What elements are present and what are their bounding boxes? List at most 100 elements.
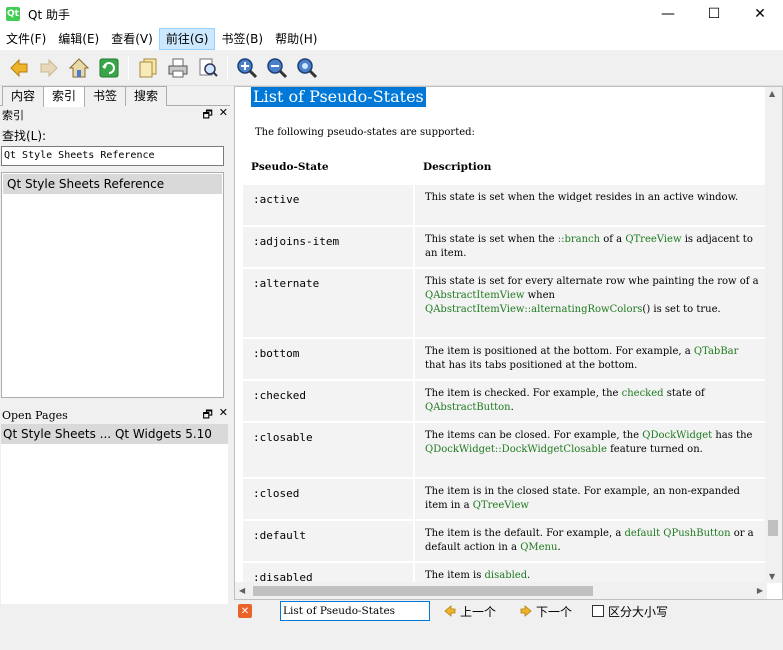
index-dock-header: 索引 🗗 ✕: [0, 106, 230, 124]
state-name: :bottom: [243, 339, 413, 379]
doc-link[interactable]: QMenu: [520, 542, 557, 553]
checkbox-box[interactable]: [592, 605, 605, 617]
table-row: :alternate This state is set for every a…: [243, 269, 765, 337]
doc-link[interactable]: QAbstractItemView: [425, 290, 524, 301]
table-row: :adjoins-item This state is set when the…: [243, 227, 765, 267]
state-description: This state is set when the ::branch of a…: [415, 227, 765, 267]
desc-text: of a: [600, 234, 626, 245]
doc-link[interactable]: ::branch: [558, 234, 600, 245]
close-icon[interactable]: ✕: [219, 106, 228, 125]
menu-go[interactable]: 前往(G): [158, 28, 216, 50]
find-icon[interactable]: [196, 56, 220, 80]
close-window-button[interactable]: ✕: [737, 0, 783, 28]
open-page-item[interactable]: Qt Style Sheets ... Qt Widgets 5.10: [1, 424, 228, 444]
doc-link[interactable]: checked: [622, 388, 664, 399]
index-dock-title: 索引: [2, 109, 24, 122]
doc-link[interactable]: disabled: [485, 570, 528, 581]
sync-icon[interactable]: [97, 56, 121, 80]
doc-link[interactable]: QPushButton: [663, 528, 730, 539]
desc-text: state of: [663, 388, 705, 399]
content-view: List of Pseudo-States The following pseu…: [234, 86, 783, 600]
state-description: This state is set when the widget reside…: [415, 185, 765, 225]
desc-text: The item is positioned at the bottom. Fo…: [425, 346, 694, 357]
table-row: :active This state is set when the widge…: [243, 185, 765, 225]
find-next-label: 下一个: [536, 604, 573, 619]
tab-index[interactable]: 索引: [43, 86, 86, 107]
doc-link[interactable]: default: [624, 528, 660, 539]
float-icon[interactable]: 🗗: [202, 106, 212, 125]
menu-edit[interactable]: 编辑(E): [52, 28, 105, 50]
menu-file[interactable]: 文件(F): [0, 28, 52, 50]
status-bar: [0, 622, 783, 650]
home-icon[interactable]: [67, 56, 91, 80]
state-description: The item is positioned at the bottom. Fo…: [415, 339, 765, 379]
doc-link[interactable]: QTreeView: [473, 500, 529, 511]
copy-icon[interactable]: [136, 56, 160, 80]
back-icon[interactable]: [7, 56, 31, 80]
minimize-button[interactable]: —: [645, 0, 691, 28]
state-name: :active: [243, 185, 413, 225]
toolbar-separator: [227, 55, 228, 80]
find-text-input[interactable]: List of Pseudo-States: [280, 601, 430, 621]
doc-link[interactable]: QTabBar: [694, 346, 739, 357]
case-sensitive-label: 区分大小写: [608, 604, 669, 619]
table-row: :disabled The item is disabled.: [243, 563, 765, 583]
intro-text: The following pseudo-states are supporte…: [255, 127, 475, 138]
state-name: :default: [243, 521, 413, 561]
zoom-in-icon[interactable]: [235, 56, 259, 80]
tab-search[interactable]: 搜索: [125, 86, 168, 106]
tab-contents[interactable]: 内容: [2, 86, 45, 106]
list-item[interactable]: Qt Style Sheets Reference: [3, 174, 222, 194]
find-bar: ✕ List of Pseudo-States 上一个 下一个 区分大小写: [234, 600, 783, 622]
left-panel: 内容 索引 书签 搜索 索引 🗗 ✕ 查找(L): Qt Style Sheet…: [0, 86, 230, 622]
zoom-reset-icon[interactable]: [295, 56, 319, 80]
state-description: The item is disabled.: [415, 563, 765, 583]
doc-link[interactable]: QTreeView: [625, 234, 681, 245]
index-search-input[interactable]: Qt Style Sheets Reference: [1, 146, 224, 166]
vertical-scrollbar[interactable]: ▲ ▼: [765, 87, 782, 583]
find-previous-button[interactable]: 上一个: [444, 603, 496, 620]
state-name: :disabled: [243, 563, 413, 583]
find-next-button[interactable]: 下一个: [520, 603, 572, 620]
doc-link[interactable]: QDockWidget::DockWidgetClosable: [425, 444, 607, 455]
desc-text: The item is: [425, 570, 485, 581]
horizontal-scrollbar[interactable]: ◀ ▶: [235, 582, 767, 599]
state-description: The item is checked. For example, the ch…: [415, 381, 765, 421]
desc-text: has the: [712, 430, 753, 441]
state-name: :closed: [243, 479, 413, 519]
float-icon[interactable]: 🗗: [202, 406, 212, 425]
doc-link[interactable]: QAbstractButton: [425, 402, 511, 413]
forward-icon[interactable]: [37, 56, 61, 80]
tab-bookmarks[interactable]: 书签: [84, 86, 127, 106]
previous-arrow-icon: [444, 605, 456, 617]
zoom-out-icon[interactable]: [265, 56, 289, 80]
scroll-down-icon[interactable]: ▼: [769, 572, 775, 581]
maximize-button[interactable]: ☐: [691, 0, 737, 28]
scroll-left-icon[interactable]: ◀: [239, 586, 245, 595]
next-arrow-icon: [520, 605, 532, 617]
horizontal-scroll-thumb[interactable]: [253, 586, 593, 596]
find-label: 查找(L):: [2, 129, 47, 143]
close-findbar-icon[interactable]: ✕: [238, 604, 252, 618]
state-name: :checked: [243, 381, 413, 421]
menu-view[interactable]: 查看(V): [105, 28, 159, 50]
scroll-up-icon[interactable]: ▲: [769, 89, 775, 98]
vertical-scroll-thumb[interactable]: [768, 520, 778, 536]
menu-help[interactable]: 帮助(H): [269, 28, 323, 50]
scroll-right-icon[interactable]: ▶: [757, 586, 763, 595]
state-description: The item is in the closed state. For exa…: [415, 479, 765, 519]
case-sensitive-checkbox[interactable]: 区分大小写: [592, 603, 668, 620]
menu-bookmarks[interactable]: 书签(B): [215, 28, 269, 50]
desc-text: This state is set for every alternate ro…: [425, 276, 759, 287]
table-row: :checked The item is checked. For exampl…: [243, 381, 765, 421]
doc-link[interactable]: QDockWidget: [642, 430, 712, 441]
doc-link[interactable]: QAbstractItemView::alternatingRowColors: [425, 304, 642, 315]
close-icon[interactable]: ✕: [219, 406, 228, 425]
desc-text: .: [510, 402, 514, 413]
print-icon[interactable]: [166, 56, 190, 80]
toolbar: [0, 50, 783, 86]
table-row: :bottom The item is positioned at the bo…: [243, 339, 765, 379]
table-row: :closable The items can be closed. For e…: [243, 423, 765, 477]
desc-text: The item is the default. For example, a: [425, 528, 625, 539]
open-pages-header: Open Pages 🗗 ✕: [0, 406, 230, 424]
